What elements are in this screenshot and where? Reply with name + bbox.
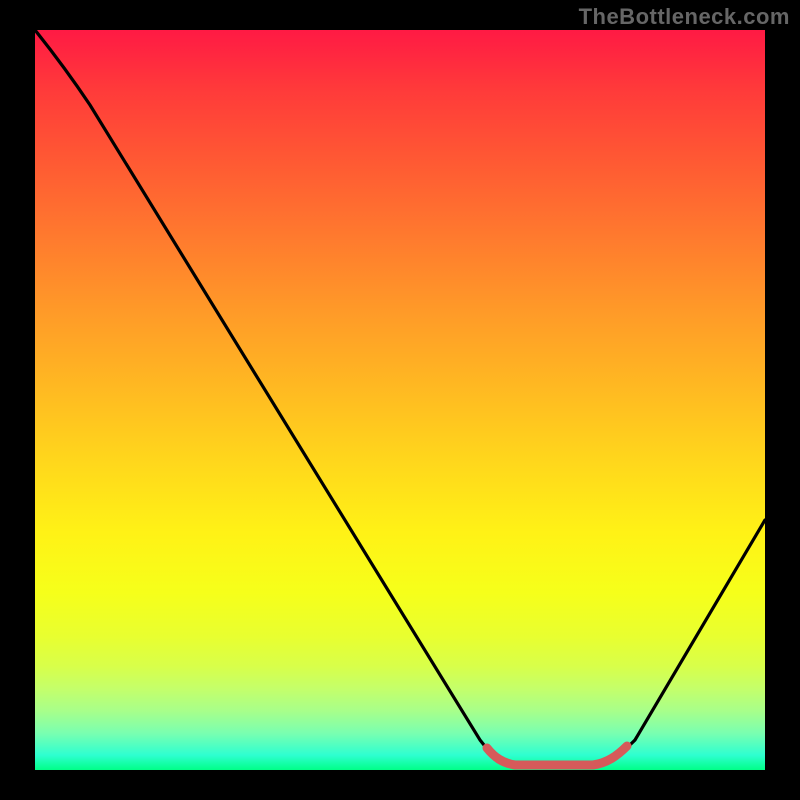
highlight-band	[487, 746, 627, 765]
plot-area	[35, 30, 765, 770]
bottleneck-curve	[35, 30, 765, 770]
chart-frame: TheBottleneck.com	[0, 0, 800, 800]
curve-path	[35, 30, 765, 765]
watermark-text: TheBottleneck.com	[579, 4, 790, 30]
